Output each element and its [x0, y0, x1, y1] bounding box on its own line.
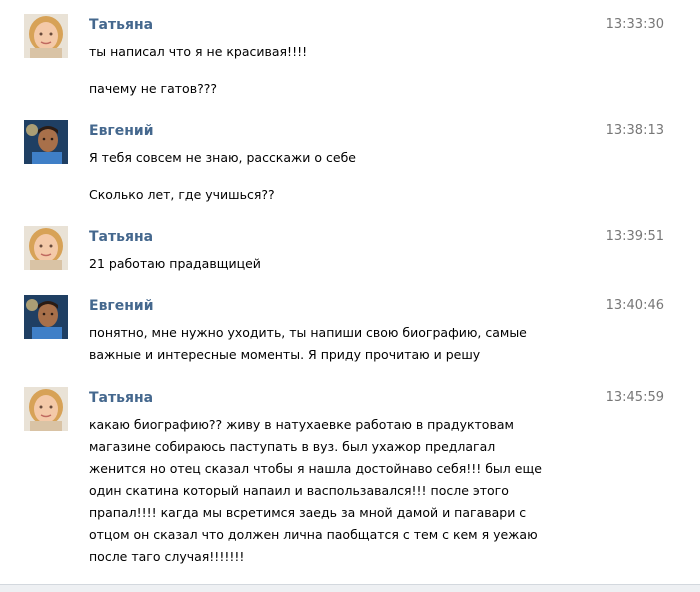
message-text-line: магазине собираюсь паступать в вуз. был … [89, 439, 496, 454]
message-text-line: Сколько лет, где учишься?? [89, 187, 275, 202]
avatar[interactable] [24, 120, 68, 164]
female-user-avatar-icon [24, 226, 68, 270]
avatar[interactable] [24, 226, 68, 270]
male-user-avatar-icon [24, 120, 68, 164]
female-user-avatar-icon [24, 387, 68, 431]
message-text-line: один скатина который напаил и васпользав… [89, 483, 509, 498]
message-text-line: ты написал что я не красивая!!!! [89, 44, 308, 59]
message-author[interactable]: Евгений [89, 297, 154, 315]
avatar[interactable] [24, 14, 68, 58]
message-text-line: какаю биографию?? живу в натухаевке рабо… [89, 417, 514, 432]
message-author[interactable]: Татьяна [89, 389, 153, 407]
message-text-line: 21 работаю прадавщицей [89, 256, 261, 271]
chat-history: Татьяна 13:33:30 ты написал что я не кра… [0, 0, 700, 584]
message-timestamp: 13:40:46 [605, 298, 664, 313]
message-text-line: отцом он сказал что должен лична паобщат… [89, 527, 538, 542]
avatar[interactable] [24, 387, 68, 431]
message-text-line: женится но отец сказал чтобы я нашла дос… [89, 461, 542, 476]
female-user-avatar-icon [24, 14, 68, 58]
message-author[interactable]: Евгений [89, 122, 154, 140]
message-text-line: важные и интересные моменты. Я приду про… [89, 347, 481, 362]
message-text-line: понятно, мне нужно уходить, ты напиши св… [89, 325, 527, 340]
message-timestamp: 13:33:30 [605, 17, 664, 32]
message-text-line: прапал!!!! кагда мы всретимся заедь за м… [89, 505, 527, 520]
avatar[interactable] [24, 295, 68, 339]
message-timestamp: 13:45:59 [605, 390, 664, 405]
message-author[interactable]: Татьяна [89, 228, 153, 246]
message-text-line: Я тебя совсем не знаю, расскажи о себе [89, 150, 356, 165]
message-author[interactable]: Татьяна [89, 16, 153, 34]
message-timestamp: 13:39:51 [605, 229, 664, 244]
message-text-line: пачему не гатов??? [89, 81, 217, 96]
chat-footer-bar [0, 584, 700, 592]
male-user-avatar-icon [24, 295, 68, 339]
message-timestamp: 13:38:13 [605, 123, 664, 138]
message-text-line: после таго случая!!!!!!! [89, 549, 245, 564]
